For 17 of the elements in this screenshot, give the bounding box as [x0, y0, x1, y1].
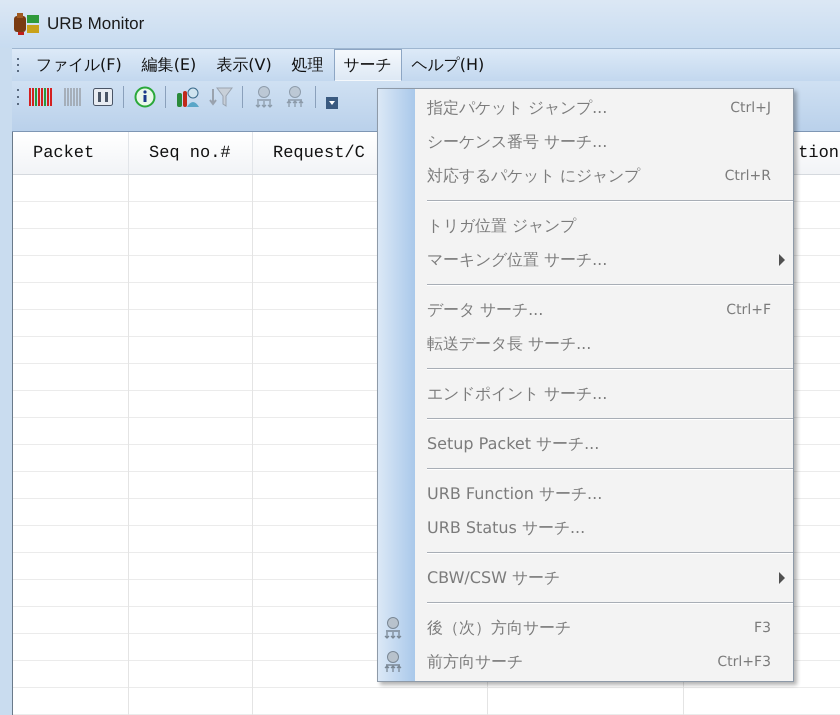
column-header[interactable]: Seq no.# [129, 132, 253, 174]
grip-icon[interactable] [16, 87, 20, 107]
pause-icon[interactable] [92, 85, 114, 109]
node-arrows-up-icon [382, 650, 404, 674]
menu-item[interactable]: 編集(E) [132, 49, 206, 81]
column-header[interactable]: Packet [13, 132, 129, 174]
grip-icon[interactable] [16, 57, 20, 73]
node-arrows-down-icon [382, 616, 404, 640]
info-icon[interactable] [134, 85, 156, 109]
menu-item[interactable]: ファイル(F) [26, 49, 132, 81]
menu-item[interactable]: サーチ [334, 49, 402, 81]
app-icon [13, 12, 41, 36]
menu-item[interactable]: 処理 [282, 49, 334, 81]
window-title: URB Monitor [47, 14, 144, 34]
menu-item[interactable]: ヘルプ(H) [402, 49, 494, 81]
menu-item[interactable]: 表示(V) [206, 49, 282, 81]
striped-record-icon[interactable] [28, 85, 54, 109]
